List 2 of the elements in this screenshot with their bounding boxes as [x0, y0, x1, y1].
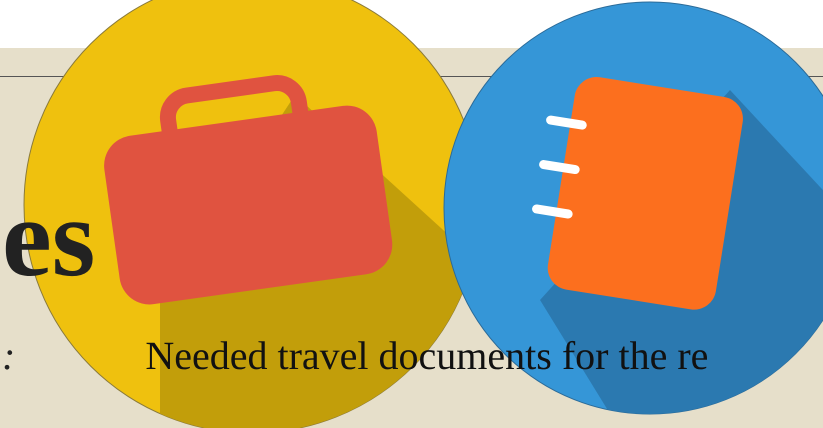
body-text: Needed travel documents for the re [145, 332, 708, 379]
side-text: : [2, 332, 16, 379]
